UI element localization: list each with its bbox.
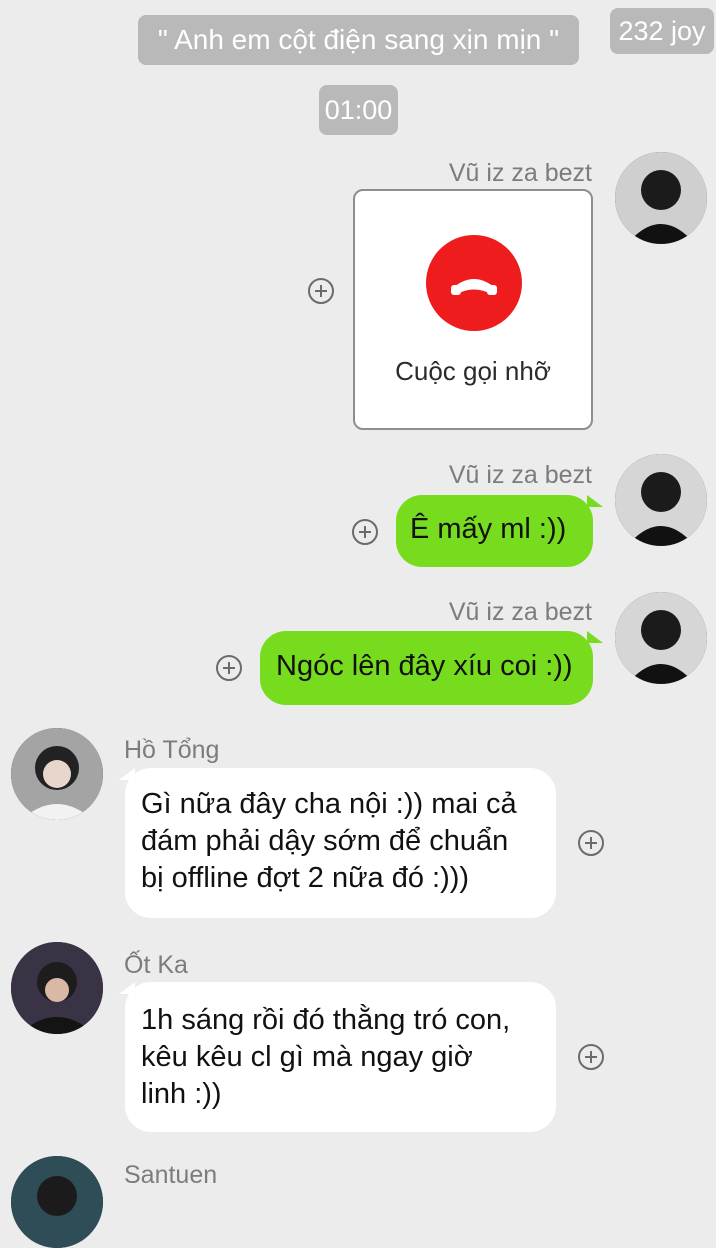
- message-bubble[interactable]: Gì nữa đây cha nội :)) mai cả đám phải d…: [125, 768, 556, 918]
- missed-call-label: Cuộc gọi nhỡ: [395, 356, 551, 386]
- react-plus-icon[interactable]: [215, 654, 243, 682]
- react-plus-icon[interactable]: [351, 518, 379, 546]
- avatar[interactable]: [615, 454, 707, 546]
- avatar[interactable]: [11, 1156, 103, 1248]
- message-line: linh :)): [141, 1078, 222, 1110]
- message-line: kêu kêu cl gì mà ngay giờ: [141, 1041, 473, 1073]
- message-line: Gì nữa đây cha nội :)) mai cả: [141, 788, 517, 820]
- react-plus-icon[interactable]: [577, 829, 605, 857]
- group-notice-pill: " Anh em cột điện sang xịn mịn ": [138, 15, 579, 65]
- hang-up-phone-icon: [426, 235, 522, 331]
- sender-name: Vũ iz za bezt: [448, 159, 592, 187]
- message-line: đám phải dậy sớm để chuẩn: [141, 825, 509, 857]
- bubble-tail: [587, 495, 603, 507]
- time-pill: 01:00: [319, 85, 398, 135]
- message-line: bị offline đợt 2 nữa đó :))): [141, 862, 470, 894]
- counter-badge[interactable]: 232 joy: [610, 8, 714, 54]
- sender-name: Ốt Ka: [124, 951, 188, 979]
- avatar[interactable]: [11, 728, 103, 820]
- avatar[interactable]: [615, 152, 707, 244]
- avatar[interactable]: [11, 942, 103, 1034]
- bubble-tail: [587, 631, 603, 643]
- message-bubble[interactable]: Ê mấy ml :)): [396, 495, 593, 567]
- react-plus-icon[interactable]: [307, 277, 335, 305]
- sender-name: Vũ iz za bezt: [448, 461, 592, 489]
- sender-name: Hồ Tổng: [124, 736, 220, 764]
- sender-name: Vũ iz za bezt: [448, 598, 592, 626]
- message-line: 1h sáng rồi đó thằng tró con,: [141, 1004, 511, 1036]
- message-bubble[interactable]: 1h sáng rồi đó thằng tró con, kêu kêu cl…: [125, 982, 556, 1132]
- avatar[interactable]: [615, 592, 707, 684]
- missed-call-card[interactable]: Cuộc gọi nhỡ: [353, 189, 593, 430]
- message-bubble[interactable]: Ngóc lên đây xíu coi :)): [260, 631, 593, 705]
- react-plus-icon[interactable]: [577, 1043, 605, 1071]
- sender-name: Santuen: [124, 1161, 218, 1189]
